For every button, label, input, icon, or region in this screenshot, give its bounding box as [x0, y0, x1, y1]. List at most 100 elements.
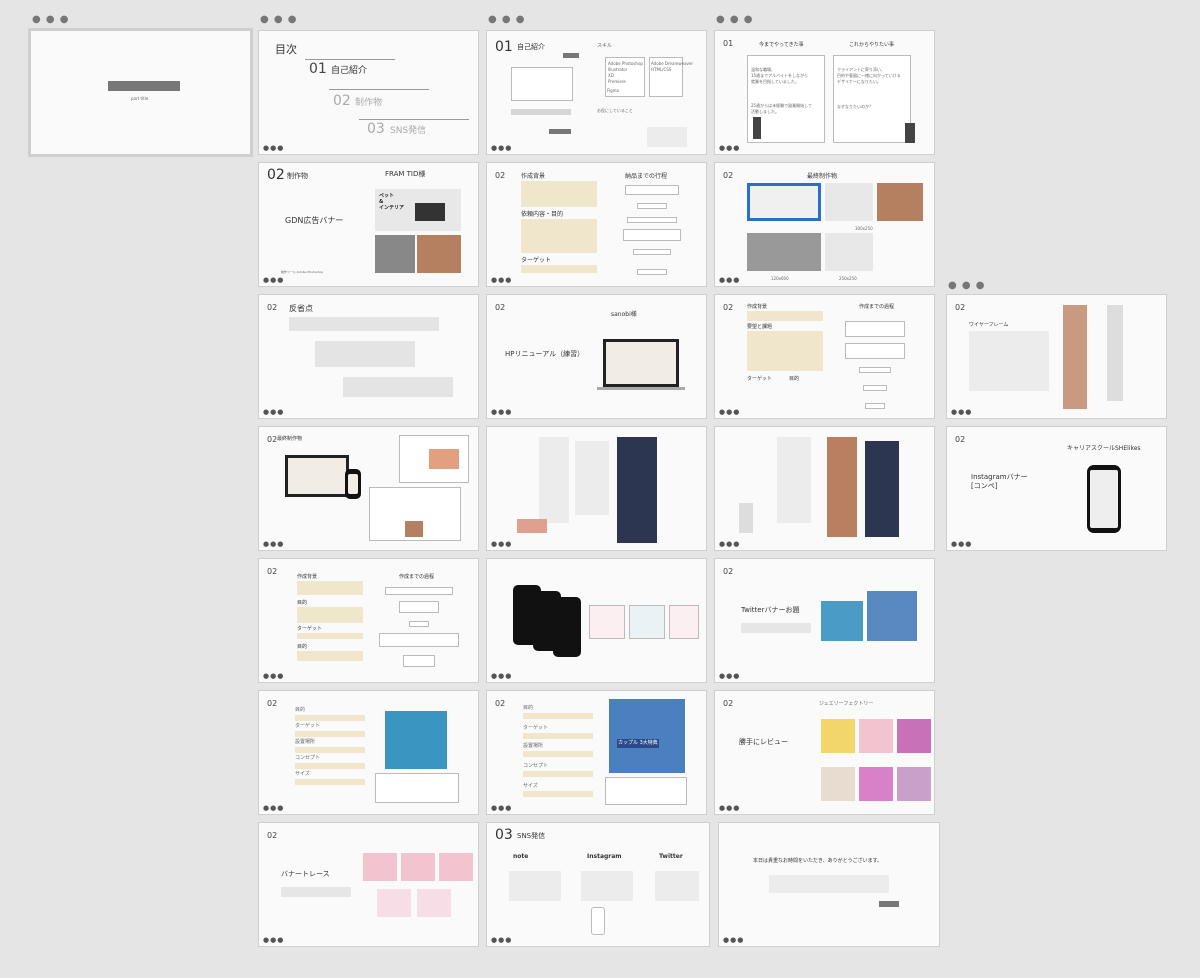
slide-menu-dots[interactable]: ●●● — [491, 540, 512, 548]
slide-twitter-details-2[interactable]: 02 目的 ターゲット 設置場所 コンセプト サイズ カップル 3大特典 ●●● — [486, 690, 707, 815]
toc-item-1-num: 01 — [309, 61, 327, 77]
slide-menu-dots[interactable]: ●●● — [719, 672, 740, 680]
text-block — [289, 317, 439, 331]
slide-menu-dots[interactable]: ●●● — [951, 408, 972, 416]
slide-part-title[interactable]: part title — [28, 28, 253, 157]
slide-fram-banner[interactable]: 02 制作物 FRAM TID様 GDN広告バナー ペット & インテリア 制作… — [258, 162, 479, 287]
slide-menu-dots[interactable]: ●●● — [491, 144, 512, 152]
slide-menu-dots[interactable]: ●●● — [263, 144, 284, 152]
slide-menu-dots[interactable]: ●●● — [719, 276, 740, 284]
wireframe-title: ワイヤーフレーム — [969, 322, 1009, 328]
project-title: HPリニューアル（練習） — [505, 350, 585, 358]
section-num: 02 — [955, 303, 966, 312]
slide-twitter-banner[interactable]: 02 Twitterバナーお題 ●●● — [714, 558, 935, 683]
slide-toc[interactable]: 02 目次 01 自己紹介 02 制作物 03 SNS発信 ●●● — [258, 30, 479, 155]
skill-label: スキル — [597, 43, 613, 49]
label-size: サイズ — [295, 771, 310, 777]
banner-image — [609, 699, 685, 773]
slide-menu-dots[interactable]: ●●● — [951, 540, 972, 548]
group-handle[interactable]: ● ● ● — [948, 281, 986, 291]
flow-step — [379, 633, 459, 647]
background-title: 作成背景 — [297, 574, 318, 580]
laptop-screen — [288, 458, 346, 494]
flow-step — [399, 601, 439, 613]
slide-wireframe[interactable]: 02 ワイヤーフレーム ●●● — [946, 294, 1167, 419]
flow-step — [623, 229, 681, 241]
flow-step — [859, 367, 891, 373]
slide-menu-dots[interactable]: ●●● — [723, 936, 744, 944]
slide-site-capture-2[interactable]: ●●● — [714, 426, 935, 551]
flow-step — [637, 269, 667, 275]
phone-mockup — [345, 469, 361, 499]
slide-review[interactable]: 02 勝手にレビュー ジュエリーフェクトリー ●●● — [714, 690, 935, 815]
label-concept: コンセプト — [295, 755, 321, 761]
slide-thanks[interactable]: 本日は貴重なお時間をいただき、ありがとうございます。 ●●● — [718, 822, 940, 947]
slide-menu-dots[interactable]: ●●● — [263, 408, 284, 416]
slide-menu-dots[interactable]: ●●● — [263, 672, 284, 680]
size-300x250: 300x250 — [855, 226, 873, 231]
toc-line — [305, 59, 395, 60]
group-handle[interactable]: ● ● ● — [716, 15, 754, 25]
phone-sketch — [591, 907, 605, 935]
slide-menu-dots[interactable]: ●●● — [719, 540, 740, 548]
slide-menu-dots[interactable]: ●●● — [263, 804, 284, 812]
section-title: 自己紹介 — [517, 43, 545, 51]
request-title: 要望と課題 — [747, 324, 773, 330]
toc-item-2-num: 02 — [333, 93, 351, 109]
slide-menu-dots[interactable]: ●●● — [263, 540, 284, 548]
section-num: 02 — [955, 435, 966, 444]
slide-site-capture-1[interactable]: ●●● — [486, 426, 707, 551]
section-num: 02 — [495, 303, 506, 312]
site-capture — [827, 437, 857, 537]
slide-past-future[interactable]: 01 今までやってきた事 これからやりたい事 温和な職場、 15歳までアルバイト… — [714, 30, 935, 155]
slide-menu-dots[interactable]: ●●● — [719, 408, 740, 416]
toc-heading: 目次 — [275, 43, 297, 56]
slide-menu-dots[interactable]: ●●● — [491, 936, 512, 944]
slide-banner-trace[interactable]: 02 バナートレース ●●● — [258, 822, 479, 947]
slide-shelikes-final[interactable]: ●●● — [486, 558, 707, 683]
field-box — [295, 715, 365, 721]
label-goal: 目的 — [295, 707, 306, 713]
review-subtitle: ジュエリーフェクトリー — [819, 701, 874, 707]
field-box — [523, 771, 593, 777]
project-title: Instagramバナー [コンペ] — [971, 473, 1028, 490]
slide-menu-dots[interactable]: ●●● — [491, 804, 512, 812]
slide-menu-dots[interactable]: ●●● — [263, 276, 284, 284]
group-handle[interactable]: ● ● ● — [260, 15, 298, 25]
slide-menu-dots[interactable]: ●●● — [491, 276, 512, 284]
group-handle[interactable]: ● ● ● — [488, 15, 526, 25]
goal-title: 目的 — [789, 376, 800, 382]
slide-menu-dots[interactable]: ●●● — [719, 804, 740, 812]
slide-sanobi-final[interactable]: 02 最終制作物 ●●● — [258, 426, 479, 551]
slide-sanobi-background[interactable]: 02 作成背景 要望と課題 ターゲット 目的 作成までの過程 ●●● — [714, 294, 935, 419]
slide-sns[interactable]: 03 SNS発信 note Instagram Twitter ●●● — [486, 822, 710, 947]
section-num: 02 — [495, 699, 506, 708]
slide-menu-dots[interactable]: ●●● — [491, 408, 512, 416]
slide-menu-dots[interactable]: ●●● — [263, 936, 284, 944]
doing-label: お役にしていること — [597, 108, 633, 113]
slide-shelikes[interactable]: 02 キャリアスクールSHElikes Instagramバナー [コンペ] ●… — [946, 426, 1167, 551]
toc-item-1-label: 自己紹介 — [331, 66, 368, 76]
slide-reflection[interactable]: 02 反省点 ●●● — [258, 294, 479, 419]
slide-menu-dots[interactable]: ●●● — [491, 672, 512, 680]
slide-self-intro[interactable]: 01 自己紹介 スキル Adobe Photoshop Illustrator … — [486, 30, 707, 155]
slide-menu-dots[interactable]: ●●● — [719, 144, 740, 152]
goal-box — [297, 607, 363, 623]
banner-preview — [629, 605, 665, 639]
person-illustration — [905, 123, 915, 143]
site-capture — [1063, 305, 1087, 409]
slide-final-banners[interactable]: 02 最終制作物 300x250 120x600 250x250 ●●● — [714, 162, 935, 287]
banner-preview — [877, 183, 923, 221]
slide-sanobi[interactable]: 02 sanobi様 HPリニューアル（練習） ●●● — [486, 294, 707, 419]
slide-background-process[interactable]: 02 作成背景 依頼内容・目的 ターゲット 納品までの行程 ●●● — [486, 162, 707, 287]
cat-photo — [511, 67, 573, 101]
phone-mockup — [553, 597, 581, 657]
banner-preview — [859, 719, 893, 753]
group-handle[interactable]: ● ● ● — [32, 15, 70, 25]
banner-image — [517, 519, 547, 533]
site-capture — [777, 437, 811, 523]
flow-step — [409, 621, 429, 627]
slide-shelikes-process[interactable]: 02 作成背景 目的 ターゲット 目的 作成までの過程 ●●● — [258, 558, 479, 683]
background-box — [297, 581, 363, 595]
slide-twitter-details-1[interactable]: 02 目的 ターゲット 設置場所 コンセプト サイズ ●●● — [258, 690, 479, 815]
